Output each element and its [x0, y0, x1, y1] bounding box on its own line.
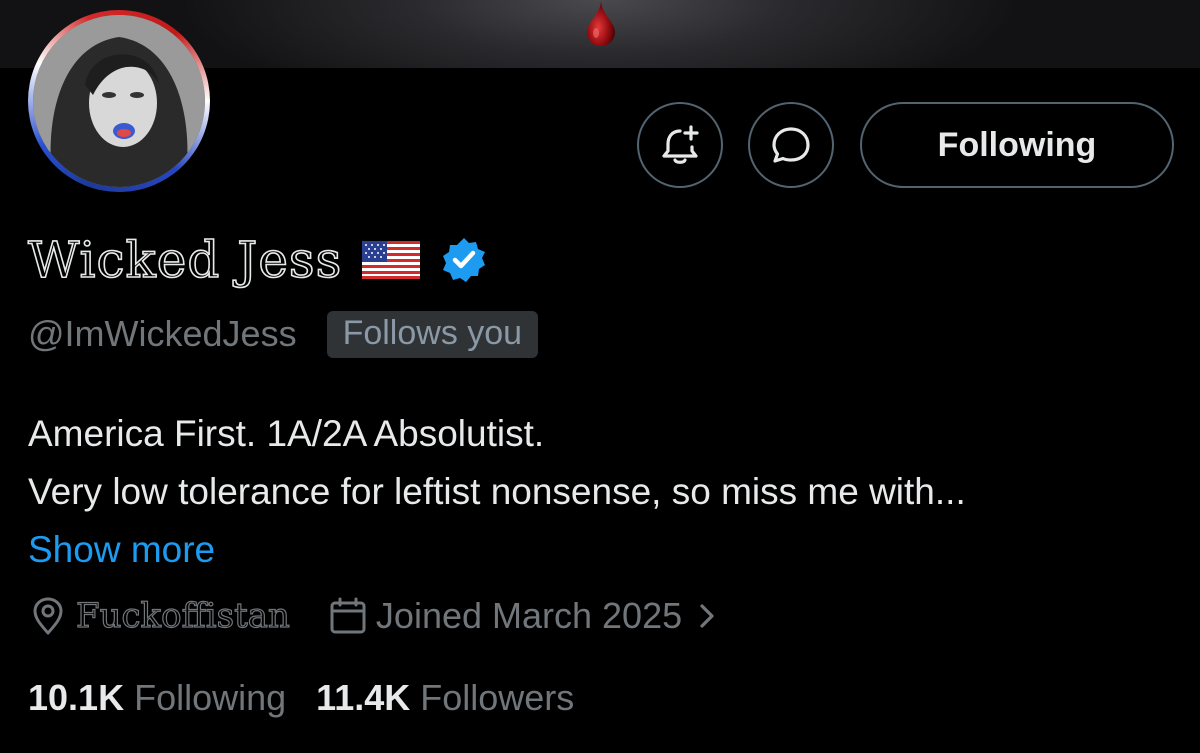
followers-label: Followers — [420, 677, 575, 718]
bio-line: America First. 1A/2A Absolutist. — [28, 413, 545, 454]
name-row: Wicked Jess — [27, 228, 488, 292]
location-text: Fuckoffistan — [75, 595, 290, 636]
location-pin-icon — [33, 597, 63, 635]
avatar-photo — [33, 15, 205, 187]
blood-drop-graphic — [587, 0, 615, 46]
us-flag-icon — [362, 241, 421, 279]
following-count: 10.1K — [28, 677, 125, 718]
profile-meta: Fuckoffistan Joined March 2025 — [28, 590, 720, 642]
chevron-right-icon[interactable] — [694, 599, 720, 633]
message-button[interactable] — [748, 102, 834, 188]
verified-badge-icon[interactable] — [440, 236, 488, 284]
notify-button[interactable] — [637, 102, 723, 188]
calendar-icon — [330, 597, 366, 634]
handle-row: @ImWickedJess Follows you — [28, 308, 539, 360]
avatar-portrait — [33, 15, 205, 187]
follows-you-badge: Follows you — [326, 310, 539, 358]
show-more-link[interactable]: Show more — [28, 521, 1188, 579]
follow-stats: 10.1K Following 11.4K Followers — [28, 672, 574, 724]
following-label: Following — [134, 677, 287, 718]
display-name: Wicked Jess — [27, 230, 343, 290]
followers-count: 11.4K — [316, 677, 411, 718]
handle: @ImWickedJess — [28, 313, 297, 354]
joined-date[interactable]: Joined March 2025 — [376, 595, 682, 637]
message-bubble-icon — [772, 127, 810, 163]
following-stat[interactable]: 10.1K Following — [28, 677, 286, 719]
avatar[interactable] — [28, 10, 210, 192]
bio: America First. 1A/2A Absolutist. Very lo… — [28, 405, 1188, 579]
following-button[interactable]: Following — [860, 102, 1174, 188]
followers-stat[interactable]: 11.4K Followers — [316, 677, 574, 719]
bell-plus-icon — [662, 125, 699, 164]
bio-line: Very low tolerance for leftist nonsense,… — [28, 471, 966, 512]
